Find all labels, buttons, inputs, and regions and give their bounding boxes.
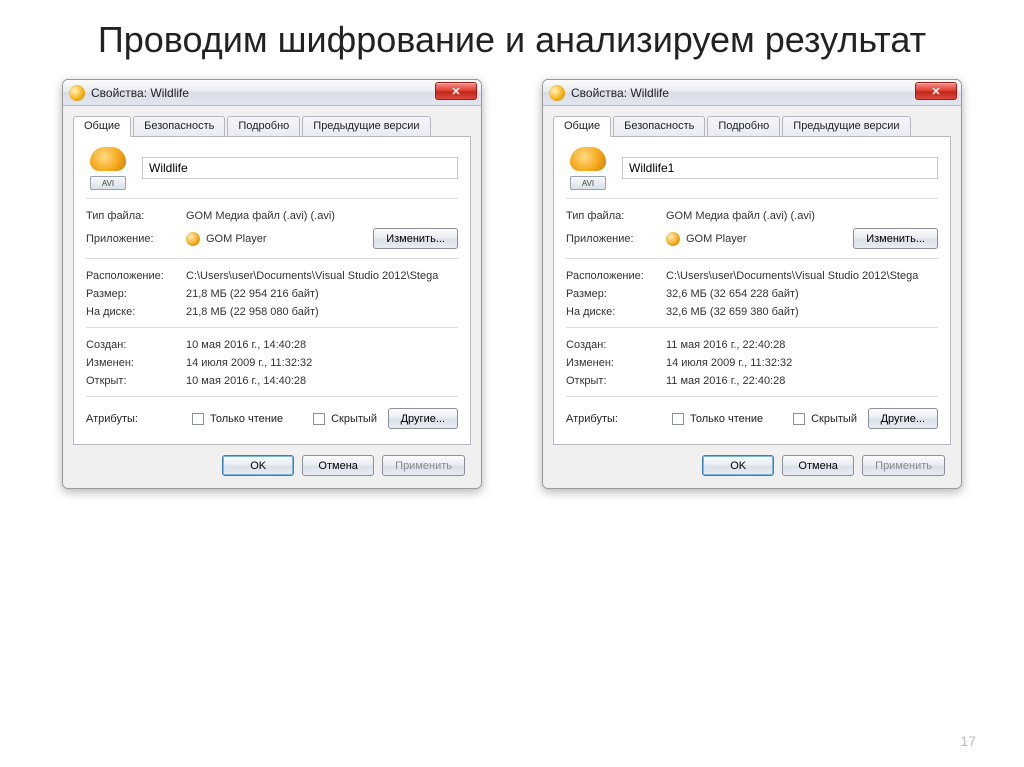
value-created: 10 мая 2016 г., 14:40:28	[186, 339, 458, 351]
window-title: Свойства: Wildlife	[91, 86, 189, 100]
properties-dialog-left: Свойства: Wildlife ✕ Общие Безопасность …	[62, 79, 482, 489]
slide-page-number: 17	[960, 733, 976, 749]
tab-security[interactable]: Безопасность	[133, 116, 225, 136]
value-filetype: GOM Медиа файл (.avi) (.avi)	[666, 210, 938, 222]
avi-file-icon: AVI	[566, 146, 610, 190]
checkbox-hidden[interactable]	[313, 413, 325, 425]
tab-details[interactable]: Подробно	[227, 116, 300, 136]
label-size: Размер:	[86, 288, 186, 300]
avi-file-icon: AVI	[86, 146, 130, 190]
label-filetype: Тип файла:	[86, 210, 186, 222]
ok-button[interactable]: OK	[222, 455, 294, 476]
tabstrip: Общие Безопасность Подробно Предыдущие в…	[73, 115, 471, 137]
value-modified: 14 июля 2009 г., 11:32:32	[666, 357, 938, 369]
tab-general[interactable]: Общие	[73, 116, 131, 137]
close-button[interactable]: ✕	[435, 82, 477, 100]
dialog-button-bar: OK Отмена Применить	[73, 445, 471, 478]
label-size-on-disk: На диске:	[566, 306, 666, 318]
tab-panel-general: AVI Тип файла: GOM Медиа файл (.avi) (.a…	[73, 136, 471, 445]
advanced-attributes-button[interactable]: Другие...	[388, 408, 458, 429]
label-app: Приложение:	[566, 233, 666, 245]
value-location: C:\Users\user\Documents\Visual Studio 20…	[186, 270, 458, 282]
checkbox-hidden[interactable]	[793, 413, 805, 425]
slide-title: Проводим шифрование и анализируем резуль…	[40, 18, 984, 61]
cancel-button[interactable]: Отмена	[302, 455, 374, 476]
label-readonly: Только чтение	[690, 413, 763, 425]
titlebar[interactable]: Свойства: Wildlife ✕	[543, 80, 961, 106]
value-created: 11 мая 2016 г., 22:40:28	[666, 339, 938, 351]
dialog-button-bar: OK Отмена Применить	[553, 445, 951, 478]
value-app: GOM Player	[686, 233, 747, 245]
close-icon: ✕	[931, 85, 940, 98]
value-filetype: GOM Медиа файл (.avi) (.avi)	[186, 210, 458, 222]
apply-button[interactable]: Применить	[382, 455, 465, 476]
label-hidden: Скрытый	[811, 413, 857, 425]
window-title: Свойства: Wildlife	[571, 86, 669, 100]
gom-file-icon	[69, 85, 85, 101]
label-modified: Изменен:	[566, 357, 666, 369]
label-location: Расположение:	[86, 270, 186, 282]
label-created: Создан:	[566, 339, 666, 351]
value-app: GOM Player	[206, 233, 267, 245]
gom-file-icon	[549, 85, 565, 101]
label-app: Приложение:	[86, 233, 186, 245]
tab-general[interactable]: Общие	[553, 116, 611, 137]
value-size: 32,6 МБ (32 654 228 байт)	[666, 288, 938, 300]
label-created: Создан:	[86, 339, 186, 351]
close-button[interactable]: ✕	[915, 82, 957, 100]
cancel-button[interactable]: Отмена	[782, 455, 854, 476]
label-attributes: Атрибуты:	[86, 413, 186, 425]
label-size: Размер:	[566, 288, 666, 300]
value-size: 21,8 МБ (22 954 216 байт)	[186, 288, 458, 300]
value-size-on-disk: 32,6 МБ (32 659 380 байт)	[666, 306, 938, 318]
label-hidden: Скрытый	[331, 413, 377, 425]
value-size-on-disk: 21,8 МБ (22 958 080 байт)	[186, 306, 458, 318]
label-readonly: Только чтение	[210, 413, 283, 425]
label-attributes: Атрибуты:	[566, 413, 666, 425]
value-accessed: 10 мая 2016 г., 14:40:28	[186, 375, 458, 387]
value-accessed: 11 мая 2016 г., 22:40:28	[666, 375, 938, 387]
label-accessed: Открыт:	[566, 375, 666, 387]
close-icon: ✕	[451, 85, 460, 98]
ok-button[interactable]: OK	[702, 455, 774, 476]
checkbox-readonly[interactable]	[672, 413, 684, 425]
tabstrip: Общие Безопасность Подробно Предыдущие в…	[553, 115, 951, 137]
label-filetype: Тип файла:	[566, 210, 666, 222]
titlebar[interactable]: Свойства: Wildlife ✕	[63, 80, 481, 106]
tab-previous-versions[interactable]: Предыдущие версии	[302, 116, 430, 136]
gom-player-icon	[666, 232, 680, 246]
advanced-attributes-button[interactable]: Другие...	[868, 408, 938, 429]
tab-previous-versions[interactable]: Предыдущие версии	[782, 116, 910, 136]
properties-dialog-right: Свойства: Wildlife ✕ Общие Безопасность …	[542, 79, 962, 489]
label-modified: Изменен:	[86, 357, 186, 369]
label-size-on-disk: На диске:	[86, 306, 186, 318]
value-location: C:\Users\user\Documents\Visual Studio 20…	[666, 270, 938, 282]
change-app-button[interactable]: Изменить...	[373, 228, 458, 249]
filename-input[interactable]	[622, 157, 938, 179]
checkbox-readonly[interactable]	[192, 413, 204, 425]
gom-player-icon	[186, 232, 200, 246]
tab-details[interactable]: Подробно	[707, 116, 780, 136]
tab-panel-general: AVI Тип файла: GOM Медиа файл (.avi) (.a…	[553, 136, 951, 445]
apply-button[interactable]: Применить	[862, 455, 945, 476]
change-app-button[interactable]: Изменить...	[853, 228, 938, 249]
value-modified: 14 июля 2009 г., 11:32:32	[186, 357, 458, 369]
label-location: Расположение:	[566, 270, 666, 282]
tab-security[interactable]: Безопасность	[613, 116, 705, 136]
filename-input[interactable]	[142, 157, 458, 179]
label-accessed: Открыт:	[86, 375, 186, 387]
